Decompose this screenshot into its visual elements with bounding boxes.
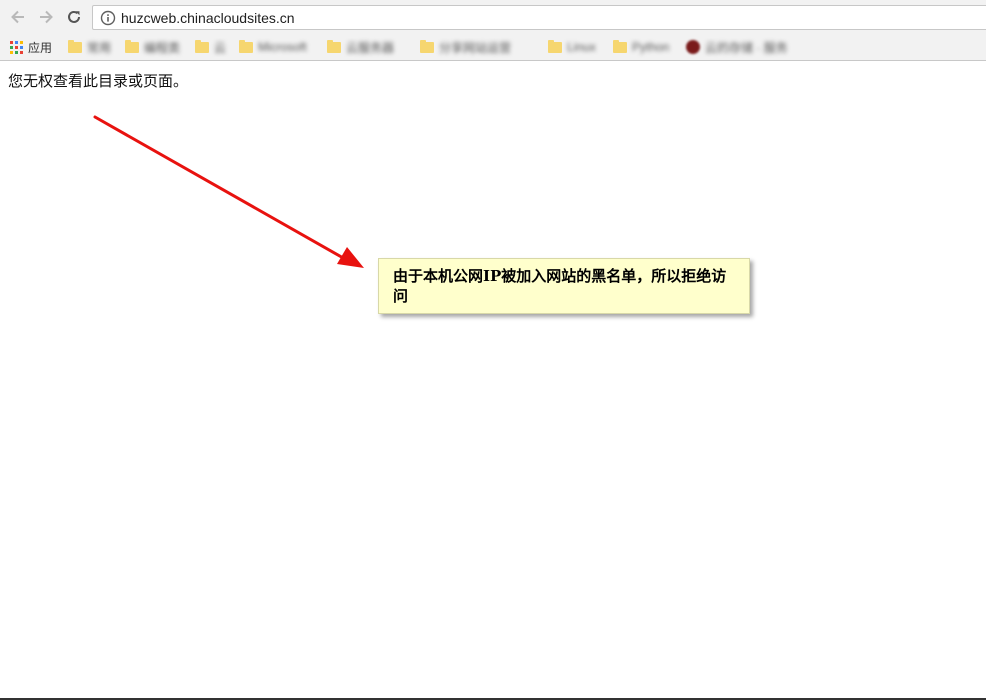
reload-icon[interactable] (63, 6, 85, 28)
arrow-head (337, 247, 364, 268)
bookmark-label: 分享网站运营 (439, 40, 512, 55)
bookmark-folder[interactable]: Python (613, 38, 669, 56)
annotation-note: 由于本机公网IP被加入网站的黑名单，所以拒绝访问 (378, 258, 750, 314)
address-bar[interactable]: huzcweb.chinacloudsites.cn (92, 5, 986, 30)
folder-icon (195, 39, 209, 53)
annotation-arrow (93, 115, 364, 268)
bookmark-folder[interactable]: Linux (548, 38, 596, 56)
bookmark-label: 应用 (28, 40, 53, 55)
folder-icon (548, 39, 562, 53)
bookmark-label: 云服务器 (346, 40, 395, 55)
address-bar-url[interactable]: huzcweb.chinacloudsites.cn (121, 9, 295, 27)
folder-icon (68, 39, 82, 53)
site-favicon-icon (686, 40, 700, 54)
bookmark-folder[interactable]: Microsoft (239, 38, 307, 56)
bookmark-folder[interactable]: 分享网站运营 (420, 38, 511, 56)
bookmark-folder[interactable]: 编程类 (125, 38, 180, 56)
folder-icon (125, 39, 139, 53)
bookmarks-bar: 应用 常用 编程类 云 Microsoft 云服务器 分享网站运营 Linux (0, 35, 986, 59)
browser-chrome: huzcweb.chinacloudsites.cn 应用 常用 编程类 云 M… (0, 0, 986, 61)
folder-icon (327, 39, 341, 53)
bookmark-folder[interactable]: 云 (195, 38, 226, 56)
browser-toolbar: huzcweb.chinacloudsites.cn (0, 0, 986, 34)
bookmark-label: Microsoft (258, 40, 307, 54)
folder-icon (613, 39, 627, 53)
info-icon[interactable] (100, 10, 116, 26)
bookmark-label: 常用 (87, 40, 112, 55)
bookmark-folder[interactable]: 常用 (68, 38, 111, 56)
bookmark-label: 云 (214, 40, 227, 55)
bookmark-folder[interactable]: 云服务器 (327, 38, 394, 56)
bookmark-label: Python (632, 40, 670, 54)
bookmark-label: 编程类 (144, 40, 181, 55)
bookmark-apps[interactable]: 应用 (10, 38, 52, 56)
apps-grid-icon (10, 40, 23, 54)
folder-icon (239, 39, 253, 53)
arrow-right-icon[interactable] (35, 6, 57, 28)
folder-icon (420, 39, 434, 53)
page-content: 您无权查看此目录或页面。 由于本机公网IP被加入网站的黑名单，所以拒绝访问 (0, 61, 986, 700)
arrow-left-icon[interactable] (7, 6, 29, 28)
bookmark-label: Linux (567, 40, 596, 54)
bookmark-site[interactable]: 云的存储 · 服务 (686, 38, 788, 56)
arrow-shaft (93, 115, 347, 261)
bookmark-label: 云的存储 · 服务 (705, 40, 788, 55)
